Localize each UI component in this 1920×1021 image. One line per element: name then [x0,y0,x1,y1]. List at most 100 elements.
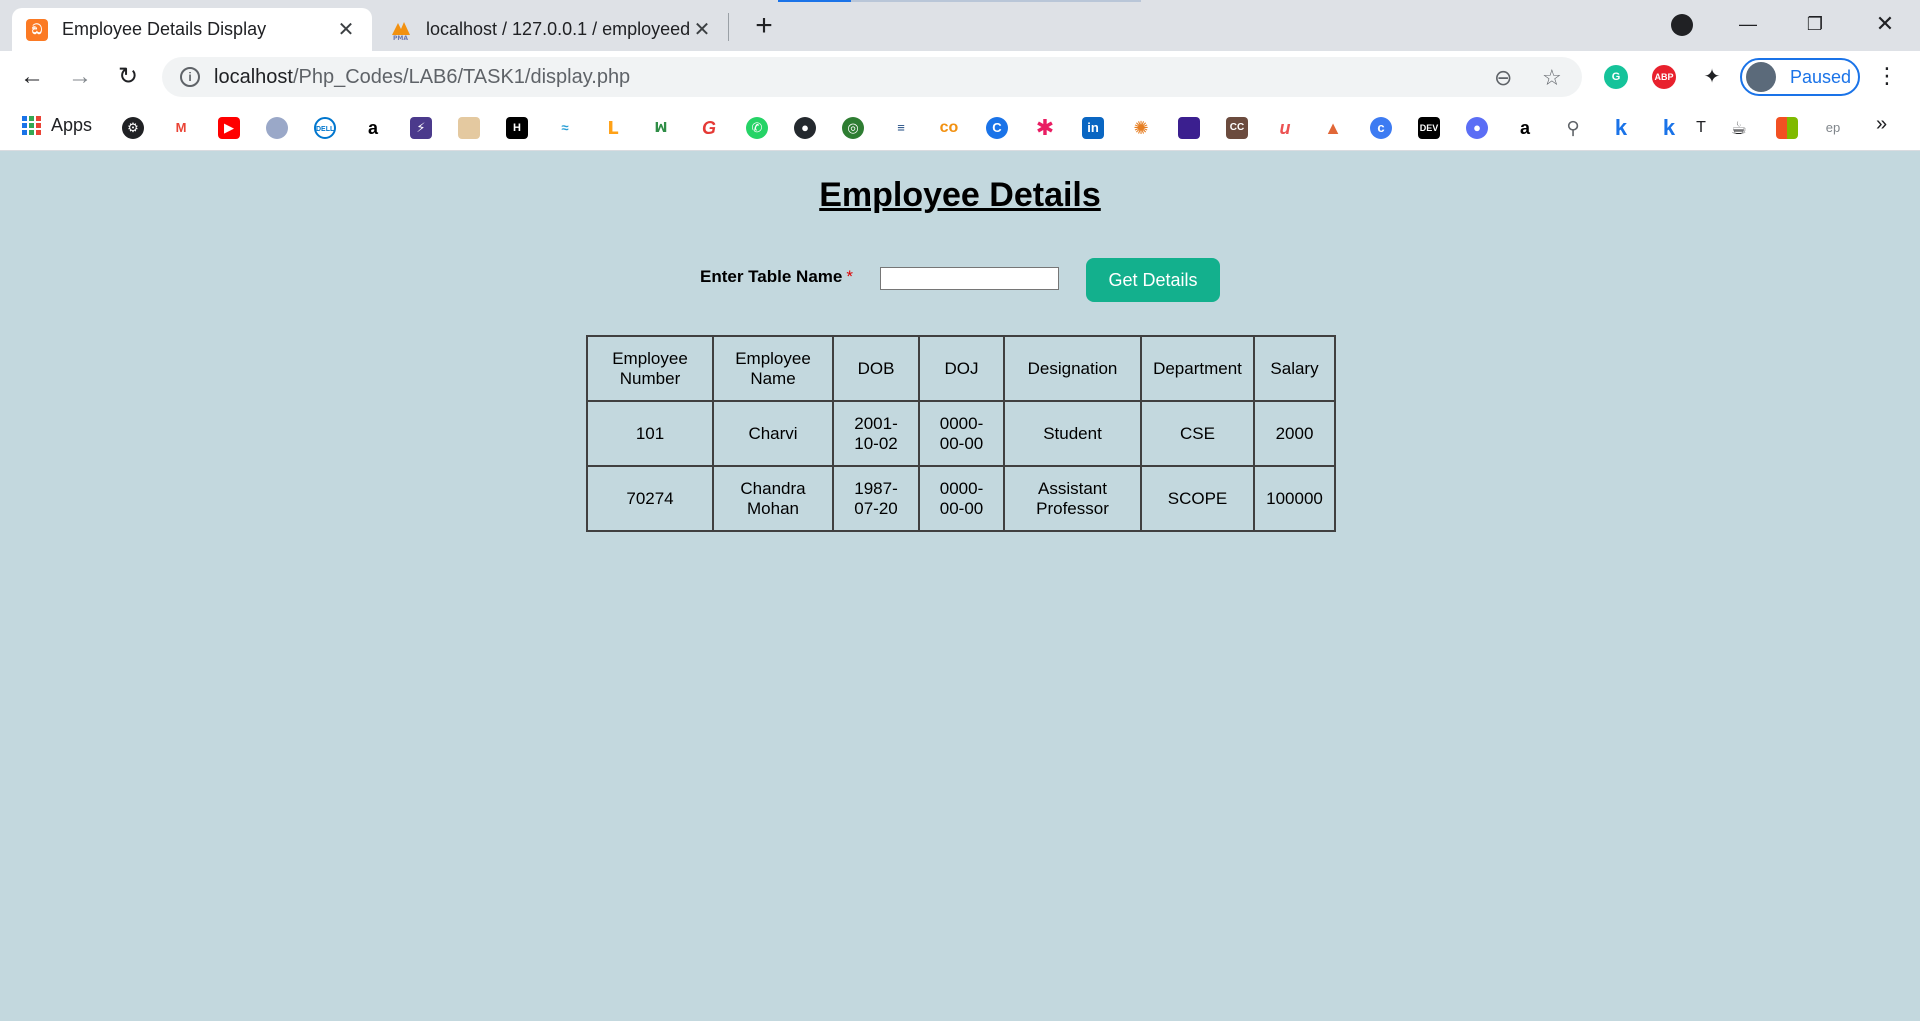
cell-employee-name: Chandra Mohan [712,465,834,532]
page-title: Employee Details [819,176,1101,214]
tab-search-icon[interactable] [1671,14,1693,36]
cell-doj: 0000- 00-00 [918,400,1005,467]
menu-icon[interactable]: ⋮ [1876,63,1898,89]
microsoft-bookmark-icon[interactable] [1776,117,1798,139]
t-bookmark-icon[interactable]: T [1690,117,1712,139]
coursera-bookmark-icon[interactable]: co [938,117,960,139]
waves-bookmark-icon[interactable]: ≈ [554,117,576,139]
browser-toolbar: ← → ↻ i localhost/Php_Codes/LAB6/TASK1/d… [0,51,1920,103]
cell-employee-number: 101 [586,400,714,467]
close-icon[interactable]: ✕ [334,17,358,42]
cell-line: 1987- [854,478,898,498]
dell-bookmark-icon[interactable]: DELL [314,117,336,139]
leetcode-bookmark-icon[interactable]: ᒪ [602,117,624,139]
header-line: Number [619,368,681,388]
java-bookmark-icon[interactable]: ☕ [1728,117,1750,139]
stack-bookmark-icon[interactable]: ≡ [890,117,912,139]
dev-bookmark-icon[interactable]: DEV [1418,117,1440,139]
header-doj: DOJ [918,335,1005,402]
new-tab-button[interactable]: + [748,8,780,44]
more-bookmarks-icon[interactable]: » [1876,113,1887,136]
window-close-button[interactable]: ✕ [1862,6,1908,42]
table-name-label: Enter Table Name * [700,267,853,287]
adblock-icon[interactable]: ABP [1652,65,1676,89]
cell-line: 00-00 [939,498,984,518]
circle-bookmark-icon[interactable]: ◎ [842,117,864,139]
cell-designation: Assistant Professor [1003,465,1142,532]
site-info-icon[interactable]: i [180,67,200,87]
reload-button[interactable]: ↻ [112,61,144,93]
cell-line: 2001- [854,413,898,433]
header-line: Employee [612,348,688,368]
header-employee-name: Employee Name [712,335,834,402]
ep-bookmark-icon[interactable]: ep [1822,117,1844,139]
chart-bookmark-icon[interactable] [1178,117,1200,139]
cell-dob: 1987- 07-20 [832,465,920,532]
address-bar[interactable]: i localhost/Php_Codes/LAB6/TASK1/display… [162,57,1582,97]
tab-phpmyadmin[interactable]: PMA localhost / 127.0.0.1 / employeed ✕ [376,8,728,51]
close-icon[interactable]: ✕ [690,17,714,42]
geeksforgeeks-bookmark-icon[interactable]: ꟽ [650,117,672,139]
youtube-bookmark-icon[interactable]: ▶ [218,117,240,139]
cell-line: Chandra [740,478,806,498]
bolt-bookmark-icon[interactable]: ⚡ [410,117,432,139]
university-bookmark-icon[interactable] [266,117,288,139]
restore-button[interactable]: ❐ [1792,6,1838,42]
cell-line: 0000- [939,413,984,433]
g-bookmark-icon[interactable]: G [698,117,720,139]
matlab-bookmark-icon[interactable]: ▲ [1322,117,1344,139]
cell-dob: 2001- 10-02 [832,400,920,467]
profile-button[interactable]: Paused [1740,58,1860,96]
asterisk-bookmark-icon[interactable]: ✱ [1034,117,1056,139]
bookmark-star-icon[interactable]: ☆ [1542,65,1562,91]
cell-line: Professor [1036,498,1109,518]
whatsapp-bookmark-icon[interactable]: ✆ [746,117,768,139]
apps-label: Apps [51,115,93,135]
table-header-row: Employee Number Employee Name DOB DOJ Desi… [586,335,1336,402]
cell-salary: 100000 [1253,465,1336,532]
cell-line: 00-00 [939,433,984,453]
cell-department: CSE [1140,400,1255,467]
table-name-input[interactable] [880,267,1059,290]
c2-bookmark-icon[interactable]: c [1370,117,1392,139]
bookmarks-bar: Apps ⚙ M ▶ DELL a ⚡ H ≈ ᒪ ꟽ G ✆ ● ◎ ≡ co… [0,103,1920,151]
k-bookmark-icon[interactable]: k [1610,117,1632,139]
k2-bookmark-icon[interactable]: k [1658,117,1680,139]
forward-button[interactable]: → [64,61,96,93]
minimize-button[interactable]: — [1725,6,1771,42]
image-bookmark-icon[interactable] [458,117,480,139]
table-row: 101 Charvi 2001- 10-02 0000- 00-00 Student… [586,400,1336,467]
sun-bookmark-icon[interactable]: ✺ [1130,117,1152,139]
github-bookmark-icon[interactable]: ● [794,117,816,139]
linkedin-bookmark-icon[interactable]: in [1082,117,1104,139]
apps-shortcut[interactable]: Apps [22,115,92,136]
cc-bookmark-icon[interactable]: CC [1226,117,1248,139]
back-button[interactable]: ← [16,61,48,93]
tab-employee-details[interactable]: ඞ Employee Details Display ✕ [12,8,372,51]
header-line: Employee [735,348,811,368]
udemy-bookmark-icon[interactable]: u [1274,117,1296,139]
required-marker: * [846,267,853,286]
tab-strip: ඞ Employee Details Display ✕ PMA localho… [0,0,1920,51]
gmail-bookmark-icon[interactable]: M [170,117,192,139]
phpmyadmin-icon: PMA [390,19,412,41]
xampp-icon: ඞ [26,18,48,41]
loading-indicator-track [851,0,1141,2]
amazon2-bookmark-icon[interactable]: a [1514,117,1536,139]
cell-doj: 0000- 00-00 [918,465,1005,532]
header-designation: Designation [1003,335,1142,402]
search-bookmark-icon[interactable]: ⚲ [1562,117,1584,139]
get-details-button[interactable]: Get Details [1086,258,1220,302]
amazon-bookmark-icon[interactable]: a [362,117,384,139]
extensions-icon[interactable]: ✦ [1700,65,1724,89]
c-bookmark-icon[interactable]: C [986,117,1008,139]
cell-designation: Student [1003,400,1142,467]
settings-bookmark-icon[interactable]: ⚙ [122,117,144,139]
zoom-icon[interactable]: ⊖ [1494,65,1512,91]
record-bookmark-icon[interactable]: ● [1466,117,1488,139]
hackerrank-bookmark-icon[interactable]: H [506,117,528,139]
grammarly-icon[interactable]: G [1604,65,1628,89]
header-salary: Salary [1253,335,1336,402]
header-dob: DOB [832,335,920,402]
table-name-form: Enter Table Name * Get Details [0,255,1920,302]
